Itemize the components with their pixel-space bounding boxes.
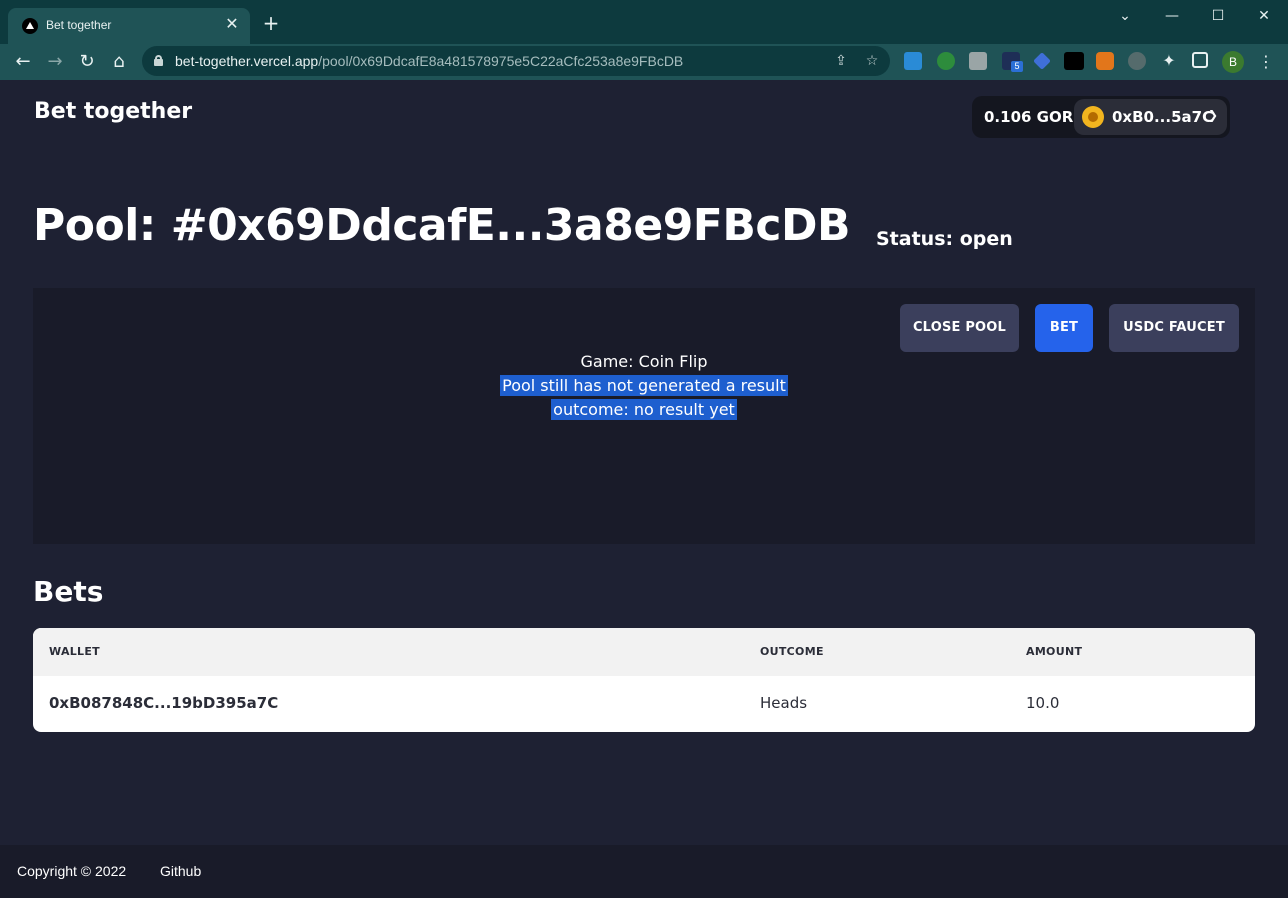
usdc-faucet-button[interactable]: USDC FAUCET [1109, 304, 1239, 352]
share-icon[interactable]: ⇪ [831, 51, 851, 71]
pool-panel: CLOSE POOL BET USDC FAUCET Game: Coin Fl… [33, 288, 1255, 544]
box-extension-icon[interactable] [969, 52, 987, 70]
table-header: WALLET OUTCOME AMOUNT [33, 628, 1255, 676]
extension-badge-count: 5 [1011, 61, 1023, 72]
bet-wallet: 0xB087848C...19bD395a7C [49, 694, 279, 712]
lock-icon [154, 55, 163, 66]
extensions-puzzle-icon[interactable]: ✦ [1160, 52, 1178, 70]
minimize-icon[interactable]: — [1152, 4, 1192, 28]
github-link[interactable]: Github [160, 863, 201, 879]
table-row: 0xB087848C...19bD395a7C Heads 10.0 [33, 676, 1255, 732]
account-avatar-icon [1082, 106, 1104, 128]
wallet-connect-widget[interactable]: 0.106 GOR 0xB0...5a7C ❯ [972, 96, 1230, 138]
game-info: Game: Coin Flip Pool still has not gener… [33, 350, 1255, 422]
result-message: Pool still has not generated a result [500, 375, 788, 396]
column-header-outcome: OUTCOME [760, 645, 824, 658]
bet-outcome: Heads [760, 694, 808, 712]
chevron-down-icon: ❯ [1208, 108, 1219, 122]
game-name: Game: Coin Flip [580, 352, 708, 371]
browser-tab[interactable]: Bet together ✕ [8, 8, 250, 44]
footer: Copyright © 2022 Github [0, 845, 1288, 898]
browser-toolbar: ← → ↻ ⌂ bet-together.vercel.app/pool/0x6… [0, 44, 1288, 80]
tab-search-chevron-icon[interactable]: ⌄ [1105, 4, 1145, 28]
maximize-icon[interactable]: ☐ [1198, 4, 1238, 28]
url-text[interactable]: bet-together.vercel.app/pool/0x69DdcafE8… [175, 53, 683, 69]
close-pool-button[interactable]: CLOSE POOL [900, 304, 1019, 352]
copyright-text: Copyright © 2022 [17, 863, 127, 879]
back-icon[interactable]: ← [11, 50, 35, 74]
bet-amount: 10.0 [1026, 694, 1060, 712]
browser-menu-icon[interactable]: ⋮ [1258, 50, 1274, 74]
forward-icon[interactable]: → [43, 50, 67, 74]
markdown-extension-icon[interactable] [1064, 52, 1084, 70]
browser-tab-strip: Bet together ✕ + ⌄ — ☐ ✕ [0, 0, 1288, 44]
account-button[interactable]: 0xB0...5a7C ❯ [1074, 99, 1227, 135]
metamask-fox-icon[interactable] [1096, 52, 1114, 70]
close-window-icon[interactable]: ✕ [1244, 4, 1284, 28]
outcome-text: outcome: no result yet [551, 399, 737, 420]
home-icon[interactable]: ⌂ [107, 50, 131, 74]
app-brand[interactable]: Bet together [34, 99, 192, 124]
wallet-balance: 0.106 GOR [984, 108, 1074, 126]
column-header-amount: AMOUNT [1026, 645, 1083, 658]
vercel-favicon-icon [22, 18, 38, 34]
address-bar[interactable]: bet-together.vercel.app/pool/0x69DdcafE8… [142, 46, 890, 76]
profile-avatar[interactable]: B [1222, 51, 1244, 73]
bug-extension-icon[interactable] [1128, 52, 1146, 70]
pool-status: Status: open [876, 228, 1013, 250]
bet-button[interactable]: BET [1035, 304, 1093, 352]
side-panel-icon[interactable] [1192, 52, 1208, 68]
reload-icon[interactable]: ↻ [75, 50, 99, 74]
bets-table: WALLET OUTCOME AMOUNT 0xB087848C...19bD3… [33, 628, 1255, 732]
close-tab-icon[interactable]: ✕ [222, 14, 242, 34]
bets-heading: Bets [33, 575, 104, 608]
page-title: Pool: #0x69DdcafE...3a8e9FBcDB [33, 200, 851, 251]
extension-badge-icon[interactable]: 5 [1002, 52, 1023, 72]
account-address: 0xB0...5a7C [1112, 108, 1214, 126]
satellite-extension-icon[interactable] [1033, 52, 1051, 70]
extension-window-icon[interactable] [904, 52, 922, 70]
column-header-wallet: WALLET [49, 645, 100, 658]
tab-title: Bet together [46, 18, 112, 32]
new-tab-icon[interactable]: + [260, 12, 282, 34]
bookmark-star-icon[interactable]: ☆ [862, 51, 882, 71]
evernote-extension-icon[interactable] [937, 52, 955, 70]
